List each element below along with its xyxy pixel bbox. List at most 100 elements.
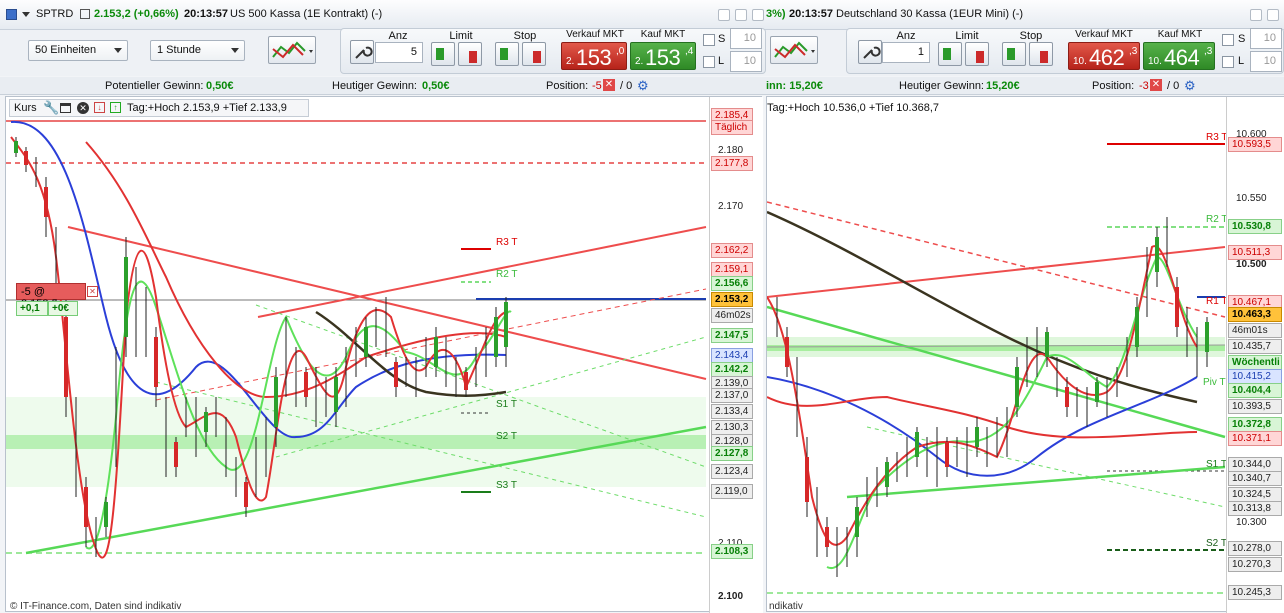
indicator-button[interactable] xyxy=(770,36,818,64)
right-chart-area[interactable]: Tag:+Hoch 10.536,0 +Tief 10.368,7 R3 T R… xyxy=(766,96,1284,613)
price-tag: 2.127,8 xyxy=(711,446,753,461)
close-icon[interactable]: ✕ xyxy=(77,102,89,114)
price-tag: 2.137,0 xyxy=(711,388,753,403)
stop-short-label: S xyxy=(718,33,726,45)
stop-distance-input[interactable]: 10 xyxy=(1250,28,1282,49)
limit-checkbox[interactable] xyxy=(703,56,715,68)
indicator-button[interactable] xyxy=(268,36,316,64)
position-value: -5 xyxy=(592,80,602,92)
level-s1: S1 T xyxy=(1206,459,1227,470)
stop-checkbox[interactable] xyxy=(1222,34,1234,46)
chart-toolbar-label: Kurs xyxy=(14,102,37,114)
minimize-button[interactable] xyxy=(718,9,730,21)
price-tag: 2.162,2 xyxy=(711,243,753,258)
export-icon[interactable]: ↑ xyxy=(110,102,121,113)
stop-checkbox[interactable] xyxy=(703,34,715,46)
buy-price-main: 464 xyxy=(1164,45,1200,70)
position-label: Position: xyxy=(546,80,589,92)
sell-label: Verkauf MKT xyxy=(1075,29,1133,40)
price-tag: 2.130,3 xyxy=(711,420,753,435)
price-tag: 2.153,2 xyxy=(711,292,753,307)
left-info-bar: Potentieller Gewinn: 0,50€ Heutiger Gewi… xyxy=(0,77,766,95)
timeframe-select[interactable]: 1 Stunde xyxy=(150,40,245,61)
level-s3: S3 T xyxy=(496,480,517,491)
quantity-input[interactable]: 1 xyxy=(882,42,930,63)
chart-day-range: Tag:+Hoch 2.153,9 +Tief 2.133,9 xyxy=(127,102,287,114)
maximize-button[interactable] xyxy=(1250,9,1262,21)
maximize-button[interactable] xyxy=(735,9,747,21)
settings-button[interactable] xyxy=(858,40,882,64)
limit-checkbox[interactable] xyxy=(1222,56,1234,68)
footer-note: ndikativ xyxy=(769,601,803,612)
limit-buy-button[interactable] xyxy=(938,42,962,66)
export-icon[interactable]: ↓ xyxy=(94,102,105,113)
window-icon[interactable] xyxy=(6,9,17,20)
footer-note: © IT-Finance.com, Daten sind indikativ xyxy=(10,601,182,612)
today-gain-value: 15,20€ xyxy=(986,80,1020,92)
close-icon[interactable]: ✕ xyxy=(87,286,98,297)
price-tag: 2.108,3 xyxy=(711,544,753,559)
wrench-icon[interactable]: 🔧 xyxy=(43,100,59,116)
instrument-name: US 500 Kassa (1E Kontrakt) (-) xyxy=(230,8,383,20)
level-r1: R1 T xyxy=(1206,296,1228,307)
checkbox-icon[interactable] xyxy=(80,9,90,19)
limit-sell-button[interactable] xyxy=(458,42,482,66)
buy-price-decimal: ,4 xyxy=(685,46,694,57)
position-label: Position: xyxy=(1092,80,1135,92)
chart-settings-icon xyxy=(272,41,313,59)
price-tag: 10.344,0 xyxy=(1228,457,1282,472)
price-tag: 2.119,0 xyxy=(711,484,753,499)
today-gain-label: Heutiger Gewinn: xyxy=(332,80,417,92)
price-tag: 2.156,6 xyxy=(711,276,753,291)
stop-sell-button[interactable] xyxy=(522,42,546,66)
price-tag: 2.133,4 xyxy=(711,404,753,419)
stop-buy-button[interactable] xyxy=(495,42,519,66)
chevron-down-icon[interactable] xyxy=(22,12,30,17)
limit-distance-input[interactable]: 10 xyxy=(730,51,762,72)
settings-button[interactable] xyxy=(350,40,374,64)
symbol-label[interactable]: SPTRD xyxy=(36,8,73,20)
sell-label: Verkauf MKT xyxy=(566,29,624,40)
wrench-icon xyxy=(863,46,881,59)
sell-price-main: 462 xyxy=(1089,45,1125,70)
units-select[interactable]: 50 Einheiten xyxy=(28,40,128,61)
gear-icon[interactable]: ⚙ xyxy=(637,78,649,94)
price-tag: 10.372,8 xyxy=(1228,417,1282,432)
right-info-bar: inn: 15,20€ Heutiger Gewinn: 15,20€ Posi… xyxy=(766,77,1284,95)
clock: 20:13:57 xyxy=(789,8,834,20)
level-s2: S2 T xyxy=(1206,538,1227,549)
left-chart-area[interactable]: Kurs 🔧 ✕ ↓ ↑ Tag:+Hoch 2.153,9 +Tief 2.1… xyxy=(5,96,763,613)
quantity-input[interactable]: 5 xyxy=(375,42,423,63)
level-s2: S2 T xyxy=(496,431,517,442)
potential-gain-value: 0,50€ xyxy=(206,80,234,92)
position-box[interactable]: -5 @ 2.153,5 xyxy=(16,283,86,310)
axis-tick: 10.300 xyxy=(1236,517,1267,528)
buy-market-button[interactable]: 10. 464 ,3 xyxy=(1143,42,1215,70)
limit-buy-button[interactable] xyxy=(431,42,455,66)
price-tag: 2.123,4 xyxy=(711,464,753,479)
close-button[interactable] xyxy=(1267,9,1279,21)
buy-market-button[interactable]: 2. 153 ,4 xyxy=(630,42,696,70)
stop-buy-button[interactable] xyxy=(1002,42,1026,66)
position-zero: / 0 xyxy=(620,80,633,92)
stop-sell-button[interactable] xyxy=(1029,42,1053,66)
limit-distance-input[interactable]: 10 xyxy=(1250,51,1282,72)
gear-icon[interactable]: ⚙ xyxy=(1184,78,1196,94)
price-tag: 10.245,3 xyxy=(1228,585,1282,600)
sell-market-button[interactable]: 2. 153 ,0 xyxy=(561,42,627,70)
close-position-icon[interactable]: ✕ xyxy=(603,79,615,91)
limit-short-label: L xyxy=(1238,55,1245,67)
price-tag: 10.270,3 xyxy=(1228,557,1282,572)
price-tag: 10.404,4 xyxy=(1228,383,1282,398)
right-chart-svg xyxy=(767,143,1226,594)
limit-sell-button[interactable] xyxy=(965,42,989,66)
close-position-icon[interactable]: ✕ xyxy=(1150,79,1162,91)
window-icon[interactable] xyxy=(60,103,71,113)
price-tag: 10.340,7 xyxy=(1228,471,1282,486)
stop-distance-input[interactable]: 10 xyxy=(730,28,762,49)
price-tag: 10.415,2 xyxy=(1228,369,1282,384)
close-button[interactable] xyxy=(752,9,764,21)
price-tag: 2.143,4 xyxy=(711,348,753,363)
sell-market-button[interactable]: 10. 462 ,3 xyxy=(1068,42,1140,70)
level-r2: R2 T xyxy=(1206,214,1228,225)
